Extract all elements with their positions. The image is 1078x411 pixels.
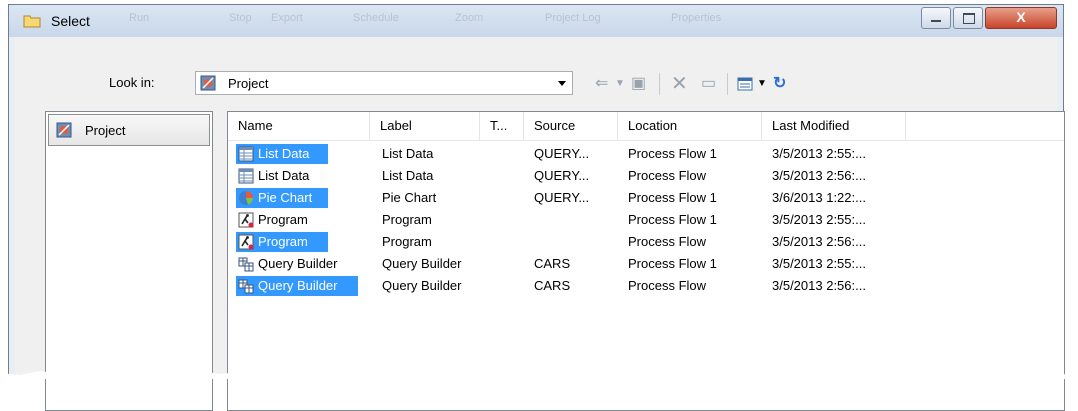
row-source: CARS xyxy=(534,278,570,293)
row-modified: 3/5/2013 2:55:... xyxy=(772,146,866,161)
row-location: Process Flow 1 xyxy=(628,212,717,227)
row-name-text: List Data xyxy=(258,168,315,183)
row-name-text: Pie Chart xyxy=(258,190,318,205)
pie-chart-icon xyxy=(238,190,254,206)
row-location: Process Flow 1 xyxy=(628,190,717,205)
row-name-text: Query Builder xyxy=(258,278,343,293)
table-row[interactable]: Program Program Process Flow 3/5/2013 2:… xyxy=(228,231,1064,253)
row-location: Process Flow xyxy=(628,168,706,183)
row-modified: 3/6/2013 1:22:... xyxy=(772,190,866,205)
column-header-location[interactable]: Location xyxy=(618,112,762,140)
look-in-label: Look in: xyxy=(109,75,155,90)
row-modified: 3/5/2013 2:56:... xyxy=(772,278,866,293)
row-location: Process Flow 1 xyxy=(628,146,717,161)
row-label: Program xyxy=(382,234,432,249)
dropdown-icon[interactable]: ▼ xyxy=(757,73,767,95)
ghost-menu-item: Stop xyxy=(229,12,252,26)
row-name[interactable]: Program xyxy=(236,210,328,230)
table-row[interactable]: Pie Chart Pie Chart QUERY... Process Flo… xyxy=(228,187,1064,209)
up-folder-icon[interactable]: ▣ xyxy=(631,73,646,95)
row-source: CARS xyxy=(534,256,570,271)
ghost-menu-item: Properties xyxy=(671,12,721,26)
close-button[interactable]: X xyxy=(985,7,1057,29)
row-name[interactable]: Program xyxy=(236,232,328,252)
column-header-type[interactable]: T... xyxy=(480,112,524,140)
chevron-down-icon[interactable] xyxy=(558,81,566,86)
column-header-name[interactable]: Name xyxy=(228,112,370,140)
row-name[interactable]: Pie Chart xyxy=(236,188,328,208)
maximize-button[interactable] xyxy=(953,7,983,29)
places-item-project[interactable]: Project xyxy=(48,114,210,146)
column-header-label[interactable]: Label xyxy=(370,112,480,140)
row-label: Pie Chart xyxy=(382,190,436,205)
row-modified: 3/5/2013 2:56:... xyxy=(772,168,866,183)
row-name-text: Program xyxy=(258,212,314,227)
program-icon xyxy=(238,212,254,228)
row-label: Query Builder xyxy=(382,256,461,271)
row-name[interactable]: Query Builder xyxy=(236,276,358,296)
program-icon xyxy=(238,234,254,250)
back-arrow-icon[interactable]: ⇐ xyxy=(595,73,608,95)
row-name-text: Program xyxy=(258,234,314,249)
dialog-title: Select xyxy=(51,13,90,29)
delete-icon[interactable]: ✕ xyxy=(671,73,688,95)
toolbar-separator xyxy=(727,73,728,95)
row-label: Program xyxy=(382,212,432,227)
row-location: Process Flow xyxy=(628,234,706,249)
list-data-icon xyxy=(238,168,254,184)
row-source: QUERY... xyxy=(534,168,589,183)
row-modified: 3/5/2013 2:56:... xyxy=(772,234,866,249)
places-item-label: Project xyxy=(85,123,125,138)
row-source: QUERY... xyxy=(534,146,589,161)
folder-icon xyxy=(23,14,41,28)
row-location: Process Flow 1 xyxy=(628,256,717,271)
row-name-text: Query Builder xyxy=(258,256,343,271)
ghost-menu-item: Schedule xyxy=(353,12,399,26)
table-row[interactable]: Query Builder Query Builder CARS Process… xyxy=(228,253,1064,275)
row-label: List Data xyxy=(382,146,433,161)
row-modified: 3/5/2013 2:55:... xyxy=(772,256,866,271)
row-name[interactable]: List Data xyxy=(236,144,328,164)
row-source: QUERY... xyxy=(534,190,589,205)
query-builder-icon xyxy=(238,256,254,272)
dialog-body: Look in: Project ⇐ ▼ ▣ ✕ ▭ ▼ ↻ xyxy=(15,37,1057,375)
table-row[interactable]: Program Program Process Flow 1 3/5/2013 … xyxy=(228,209,1064,231)
row-name-text: List Data xyxy=(258,146,315,161)
column-header-last-modified[interactable]: Last Modified xyxy=(762,112,906,140)
minimize-button[interactable] xyxy=(921,7,951,29)
title-bar[interactable]: Select Run Stop Export Schedule Zoom Pro… xyxy=(9,5,1063,37)
view-menu-icon[interactable] xyxy=(737,76,753,92)
dropdown-icon[interactable]: ▼ xyxy=(615,73,625,95)
ghost-menu-item: Project Log xyxy=(545,12,601,26)
row-label: Query Builder xyxy=(382,278,461,293)
row-name[interactable]: Query Builder xyxy=(236,254,358,274)
row-modified: 3/5/2013 2:55:... xyxy=(772,212,866,227)
file-list[interactable]: Name Label T... Source Location Last Mod… xyxy=(227,111,1065,411)
list-data-icon xyxy=(238,146,254,162)
project-icon xyxy=(200,75,216,91)
project-icon xyxy=(56,122,72,138)
query-builder-icon xyxy=(238,278,254,294)
new-folder-icon[interactable]: ▭ xyxy=(701,73,716,95)
ghost-menu-item: Zoom xyxy=(455,12,483,26)
places-bar: Project xyxy=(45,111,213,411)
toolbar-separator xyxy=(659,73,660,95)
row-name[interactable]: List Data xyxy=(236,166,328,186)
row-location: Process Flow xyxy=(628,278,706,293)
ghost-menu-item: Run xyxy=(129,12,149,26)
ghost-menu-item: Export xyxy=(271,12,303,26)
select-dialog: Select Run Stop Export Schedule Zoom Pro… xyxy=(8,4,1064,376)
table-row[interactable]: List Data List Data QUERY... Process Flo… xyxy=(228,165,1064,187)
table-row[interactable]: List Data List Data QUERY... Process Flo… xyxy=(228,143,1064,165)
refresh-icon[interactable]: ↻ xyxy=(773,73,786,95)
column-header-row: Name Label T... Source Location Last Mod… xyxy=(228,112,1064,141)
torn-edge xyxy=(0,367,1078,379)
look-in-combobox[interactable]: Project xyxy=(195,71,573,95)
look-in-value: Project xyxy=(228,76,268,91)
table-row[interactable]: Query Builder Query Builder CARS Process… xyxy=(228,275,1064,297)
column-header-source[interactable]: Source xyxy=(524,112,618,140)
row-label: List Data xyxy=(382,168,433,183)
